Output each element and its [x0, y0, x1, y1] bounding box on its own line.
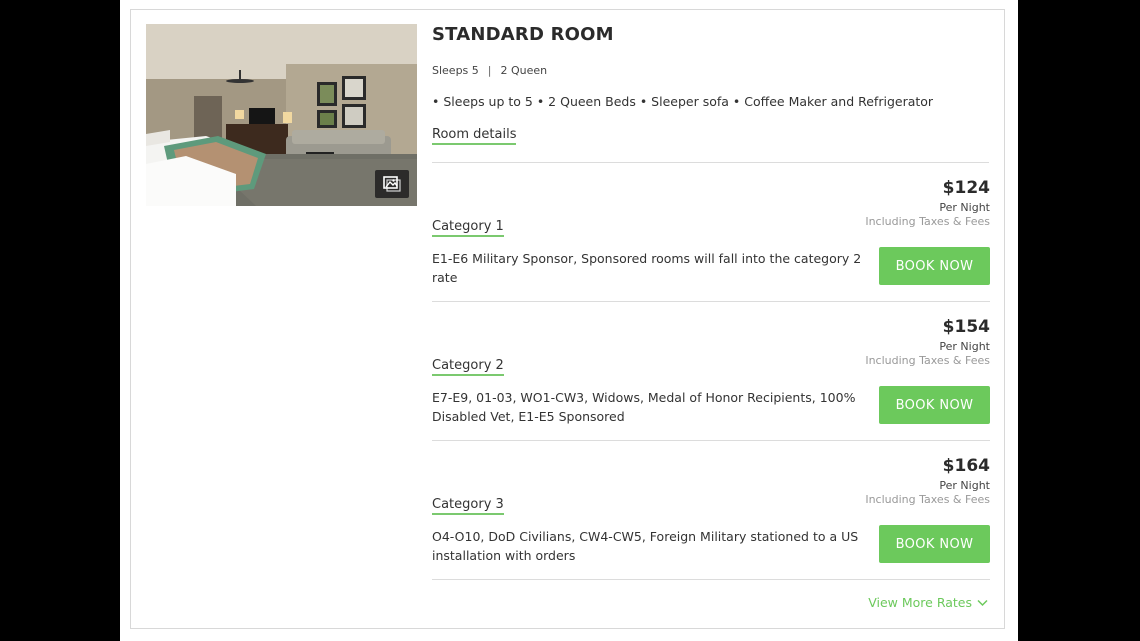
category-link[interactable]: Category 2	[432, 358, 504, 376]
rate-divider	[432, 579, 990, 580]
room-card: STANDARD ROOM Sleeps 5 | 2 Queen • Sleeps …	[130, 9, 1005, 629]
per-night-label: Per Night	[939, 479, 990, 492]
room-details-link[interactable]: Room details	[432, 127, 517, 145]
taxes-note: Including Taxes & Fees	[865, 493, 990, 506]
room-photo[interactable]	[146, 24, 417, 206]
rate-description: E1-E6 Military Sponsor, Sponsored rooms …	[432, 251, 862, 285]
page: STANDARD ROOM Sleeps 5 | 2 Queen • Sleeps …	[120, 0, 1018, 641]
chevron-down-icon	[977, 599, 988, 606]
rate-row-category-3: $164 Per Night Including Taxes & Fees Ca…	[432, 441, 990, 580]
per-night-label: Per Night	[939, 340, 990, 353]
per-night-label: Per Night	[939, 201, 990, 214]
view-more-rates-link[interactable]: View More Rates	[868, 595, 988, 610]
room-title: STANDARD ROOM	[432, 24, 614, 45]
price-box: $164 Per Night Including Taxes & Fees	[865, 456, 990, 507]
category-link[interactable]: Category 1	[432, 219, 504, 237]
amenities-list: • Sleeps up to 5 • 2 Queen Beds • Sleepe…	[432, 94, 934, 109]
image-gallery-icon[interactable]	[375, 170, 409, 198]
rate-description: E7-E9, 01-03, WO1-CW3, Widows, Medal of …	[432, 390, 856, 424]
book-now-button[interactable]: BOOK NOW	[879, 386, 990, 424]
taxes-note: Including Taxes & Fees	[865, 215, 990, 228]
rate-row-category-2: $154 Per Night Including Taxes & Fees Ca…	[432, 302, 990, 441]
price-box: $154 Per Night Including Taxes & Fees	[865, 317, 990, 368]
room-meta: Sleeps 5 | 2 Queen	[432, 64, 990, 78]
category-link[interactable]: Category 3	[432, 497, 504, 515]
rate-row-category-1: $124 Per Night Including Taxes & Fees Ca…	[432, 163, 990, 302]
price: $164	[942, 456, 990, 476]
view-more-label: View More Rates	[868, 595, 972, 610]
price: $154	[942, 317, 990, 337]
room-info: STANDARD ROOM Sleeps 5 | 2 Queen • Sleeps …	[432, 24, 990, 145]
sleeps-label: Sleeps 5	[432, 64, 479, 77]
rate-description: O4-O10, DoD Civilians, CW4-CW5, Foreign …	[432, 529, 859, 563]
price-box: $124 Per Night Including Taxes & Fees	[865, 178, 990, 229]
beds-label: 2 Queen	[500, 64, 548, 77]
book-now-button[interactable]: BOOK NOW	[879, 247, 990, 285]
price: $124	[942, 178, 990, 198]
book-now-button[interactable]: BOOK NOW	[879, 525, 990, 563]
meta-separator: |	[487, 64, 492, 77]
taxes-note: Including Taxes & Fees	[865, 354, 990, 367]
